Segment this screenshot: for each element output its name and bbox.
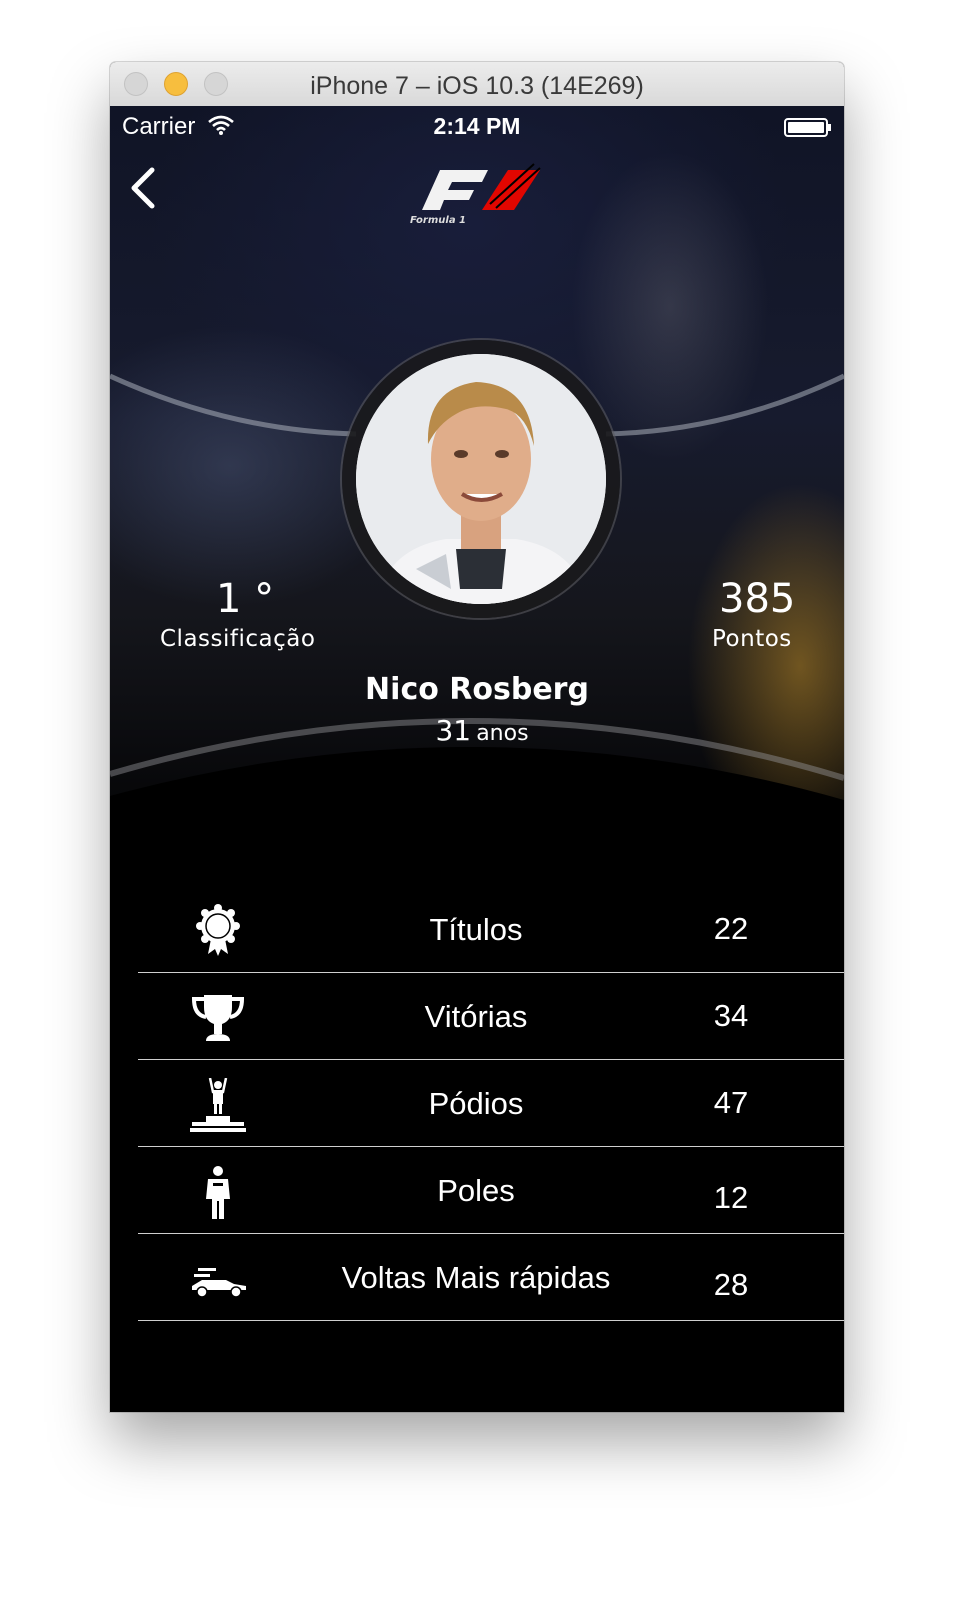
points-value: 385 bbox=[719, 576, 796, 622]
stat-value: 34 bbox=[713, 998, 749, 1033]
battery-icon bbox=[784, 118, 831, 137]
window-titlebar: iPhone 7 – iOS 10.3 (14E269) bbox=[110, 62, 844, 107]
podium-icon bbox=[190, 1078, 246, 1132]
stat-value: 47 bbox=[713, 1085, 749, 1120]
position-value: 1 ° bbox=[216, 576, 275, 622]
stat-row-vitorias: Vitórias 34 bbox=[138, 973, 844, 1060]
stat-label: Voltas Mais rápidas bbox=[341, 1260, 611, 1295]
back-chevron-icon[interactable] bbox=[124, 164, 164, 214]
age-unit: anos bbox=[476, 721, 529, 746]
trophy-icon bbox=[191, 995, 245, 1041]
stat-value: 28 bbox=[713, 1267, 749, 1302]
f1-logo: Formula 1 bbox=[410, 163, 541, 226]
stat-label: Títulos bbox=[429, 912, 523, 947]
race-car-icon bbox=[192, 1268, 246, 1298]
stat-label: Pódios bbox=[428, 1086, 524, 1121]
stat-row-poles: Poles 12 bbox=[138, 1147, 844, 1234]
stat-label: Poles bbox=[437, 1173, 515, 1208]
driver-icon bbox=[206, 1166, 230, 1219]
award-ribbon-icon bbox=[196, 904, 240, 956]
f1-logo-text: Formula 1 bbox=[410, 215, 466, 226]
status-time: 2:14 PM bbox=[433, 113, 521, 139]
stat-label: Vitórias bbox=[424, 999, 528, 1034]
position-label: Classificação bbox=[160, 626, 316, 652]
stat-value: 22 bbox=[713, 911, 749, 946]
points-label: Pontos bbox=[712, 626, 792, 652]
stat-row-voltas-rapidas: Voltas Mais rápidas 28 bbox=[138, 1234, 844, 1321]
stats-list: Títulos 22 Vitórias 34 Pódios 47 Poles 1… bbox=[138, 886, 844, 1321]
driver-portrait bbox=[356, 354, 606, 604]
stat-row-titulos: Títulos 22 bbox=[138, 886, 844, 973]
stat-value: 12 bbox=[713, 1180, 749, 1215]
driver-avatar bbox=[356, 354, 606, 604]
driver-age: 31 anos bbox=[110, 714, 844, 747]
window-title: iPhone 7 – iOS 10.3 (14E269) bbox=[310, 72, 644, 100]
status-bar: Carrier 2:14 PM bbox=[110, 106, 844, 146]
app-screen: Carrier 2:14 PM Formula 1 1 ° Classifica… bbox=[110, 106, 844, 1412]
driver-name: Nico Rosberg bbox=[365, 672, 589, 707]
simulator-window: iPhone 7 – iOS 10.3 (14E269) Carrier 2:1… bbox=[110, 62, 844, 1412]
stat-row-podios: Pódios 47 bbox=[138, 1060, 844, 1147]
age-value: 31 bbox=[435, 714, 472, 747]
